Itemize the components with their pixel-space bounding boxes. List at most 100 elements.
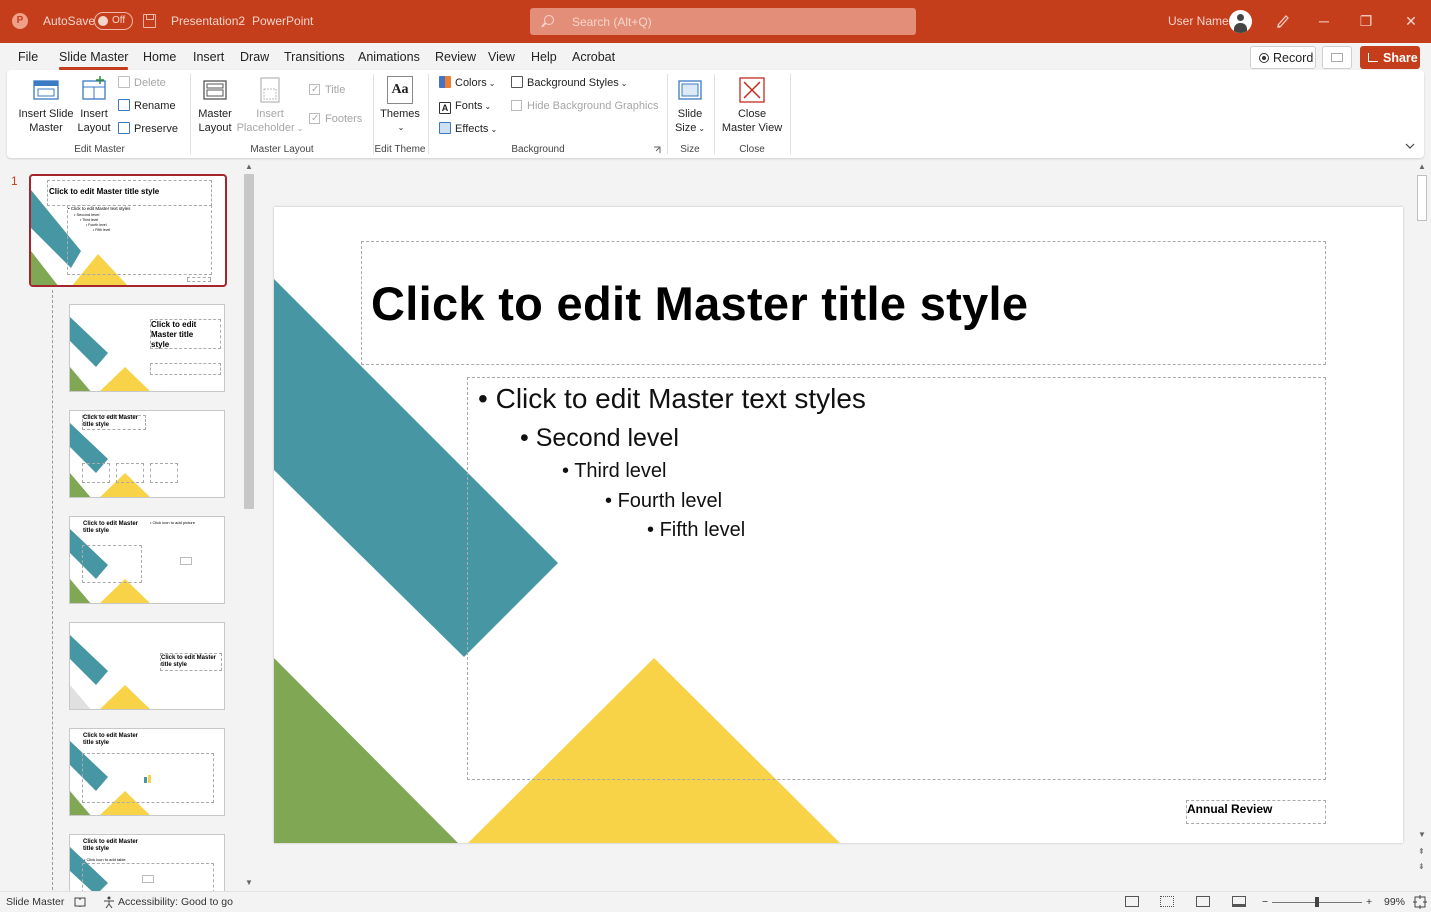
close-master-view-button[interactable]: Close Master View (719, 76, 785, 135)
view-name: Slide Master (6, 896, 65, 908)
title-placeholder[interactable]: Click to edit Master title style (361, 241, 1326, 365)
accessibility-status[interactable]: Accessibility: Good to go (118, 896, 233, 908)
text-level-3: • Third level (562, 460, 666, 483)
delete-button[interactable]: Delete (118, 75, 166, 93)
tab-acrobat[interactable]: Acrobat (572, 50, 615, 64)
fit-to-window-icon[interactable] (1413, 895, 1427, 909)
search-placeholder: Search (Alt+Q) (572, 15, 652, 29)
footers-checkbox[interactable]: Footers (309, 111, 362, 129)
group-separator (790, 74, 791, 154)
thumb-title: Click to edit Master title style (83, 733, 139, 746)
checkbox-icon (309, 111, 320, 127)
scroll-up-icon[interactable]: ▲ (1418, 162, 1426, 171)
insert-slide-master-button[interactable]: Insert Slide Master (15, 76, 77, 135)
layout-thumbnail[interactable]: Click to edit Master title style (69, 728, 225, 816)
tab-insert[interactable]: Insert (193, 50, 224, 64)
footer-placeholder[interactable]: Annual Review (1186, 800, 1326, 824)
tab-animations[interactable]: Animations (358, 50, 420, 64)
fonts-button[interactable]: A Fonts ⌄ (439, 98, 491, 116)
slide-scrollbar[interactable]: ▲ ▼ ⇞ ⇟ (1414, 160, 1431, 891)
user-avatar[interactable] (1229, 10, 1252, 33)
slide-master-canvas[interactable]: Click to edit Master title style • Click… (274, 207, 1403, 843)
rename-icon (118, 99, 130, 111)
checkbox-icon (309, 82, 320, 98)
slide-size-label-1: Slide (677, 108, 703, 120)
close-window-button[interactable]: ✕ (1401, 12, 1421, 30)
comment-icon (1331, 53, 1343, 62)
slide-size-label-2-text: Size (674, 122, 697, 134)
tab-draw[interactable]: Draw (240, 50, 269, 64)
ribbon-tabs: File Slide Master Home Insert Draw Trans… (0, 43, 1431, 70)
tab-slide-master[interactable]: Slide Master (59, 50, 129, 70)
layout-thumbnail[interactable]: Click to edit Master title style • Click… (69, 516, 225, 604)
insert-layout-button[interactable]: Insert Layout (75, 76, 113, 135)
tab-transitions[interactable]: Transitions (284, 50, 345, 64)
scroll-down-icon[interactable]: ▼ (245, 878, 253, 887)
chevron-down-icon: ⌄ (620, 79, 628, 88)
zoom-slider[interactable] (1272, 897, 1362, 907)
colors-button[interactable]: Colors ⌄ (439, 75, 496, 93)
layout-thumbnail[interactable]: Click to edit Master title style (69, 622, 225, 710)
group-label-edit-theme: Edit Theme (374, 144, 426, 155)
layout-thumbnail[interactable]: Click to edit Master title style (69, 304, 225, 392)
insert-placeholder-label-2-text: Placeholder (236, 122, 295, 134)
restore-button[interactable]: ❐ (1356, 12, 1376, 30)
thumb-level-1: • Click to edit Master text styles (68, 206, 131, 211)
tab-home[interactable]: Home (143, 50, 176, 64)
scroll-up-icon[interactable]: ▲ (245, 162, 253, 171)
zoom-in-button[interactable]: + (1366, 896, 1372, 908)
group-label-master-layout: Master Layout (250, 144, 314, 155)
slideshow-icon[interactable] (1232, 896, 1246, 907)
tab-view[interactable]: View (488, 50, 515, 64)
thumb-title: Click to edit Master title style (83, 839, 139, 852)
preserve-button[interactable]: Preserve (118, 121, 178, 139)
master-thumbnail[interactable]: Click to edit Master title style • Click… (29, 174, 227, 287)
comments-button[interactable] (1322, 46, 1352, 69)
insert-layout-icon (80, 76, 108, 104)
normal-view-icon[interactable] (1125, 896, 1139, 907)
insert-placeholder-button[interactable]: Insert Placeholder ⌄ (235, 76, 305, 136)
background-styles-button[interactable]: Background Styles ⌄ (511, 75, 627, 93)
layout-thumbnail[interactable]: Click to edit Master title style (69, 410, 225, 498)
pen-icon[interactable] (1275, 13, 1290, 28)
tab-review[interactable]: Review (435, 50, 476, 64)
tab-file[interactable]: File (18, 50, 38, 64)
dialog-launcher-icon[interactable] (653, 146, 661, 154)
zoom-slider-handle[interactable] (1315, 897, 1319, 907)
next-slide-icon[interactable]: ⇟ (1418, 862, 1425, 871)
thumbnail-scrollbar[interactable]: ▲ ▼ (242, 160, 256, 891)
title-checkbox[interactable]: Title (309, 82, 345, 100)
slide-size-button[interactable]: Slide Size ⌄ (671, 76, 709, 136)
body-placeholder[interactable]: • Click to edit Master text styles • Sec… (467, 377, 1326, 780)
layout-thumbnail[interactable]: Click to edit Master title style • Click… (69, 834, 225, 891)
ribbon-collapse-icon[interactable] (1405, 142, 1415, 150)
effects-button[interactable]: Effects ⌄ (439, 121, 497, 139)
previous-slide-icon[interactable]: ⇞ (1418, 847, 1425, 856)
notes-book-icon[interactable] (74, 896, 86, 908)
scroll-down-icon[interactable]: ▼ (1418, 830, 1426, 839)
slide-title: Click to edit Master title style (371, 277, 1029, 330)
zoom-out-button[interactable]: − (1262, 896, 1268, 908)
autosave-toggle[interactable]: Off (94, 12, 133, 30)
reading-view-icon[interactable] (1196, 896, 1210, 907)
themes-button[interactable]: Aa Themes ⌄ (377, 76, 423, 135)
save-icon[interactable] (143, 14, 156, 28)
tab-help[interactable]: Help (531, 50, 557, 64)
zoom-level[interactable]: 99% (1384, 896, 1405, 908)
group-label-size: Size (680, 144, 700, 155)
minimize-button[interactable]: ─ (1314, 12, 1334, 30)
scrollbar-thumb[interactable] (244, 174, 254, 509)
search-box[interactable]: Search (Alt+Q) (530, 8, 916, 35)
themes-label: Themes (380, 108, 420, 120)
thumb-footer-box (187, 277, 211, 282)
master-layout-button[interactable]: Master Layout (195, 76, 235, 135)
rename-button[interactable]: Rename (118, 98, 176, 116)
hide-background-graphics-checkbox[interactable]: Hide Background Graphics (511, 98, 658, 116)
accessibility-icon[interactable] (102, 895, 116, 909)
thumb-content-box (82, 463, 110, 483)
record-button[interactable]: Record (1250, 46, 1316, 69)
share-button[interactable]: Share (1360, 46, 1420, 69)
master-layout-icon (201, 76, 229, 104)
scrollbar-thumb[interactable] (1417, 175, 1427, 221)
slide-sorter-icon[interactable] (1160, 896, 1174, 907)
